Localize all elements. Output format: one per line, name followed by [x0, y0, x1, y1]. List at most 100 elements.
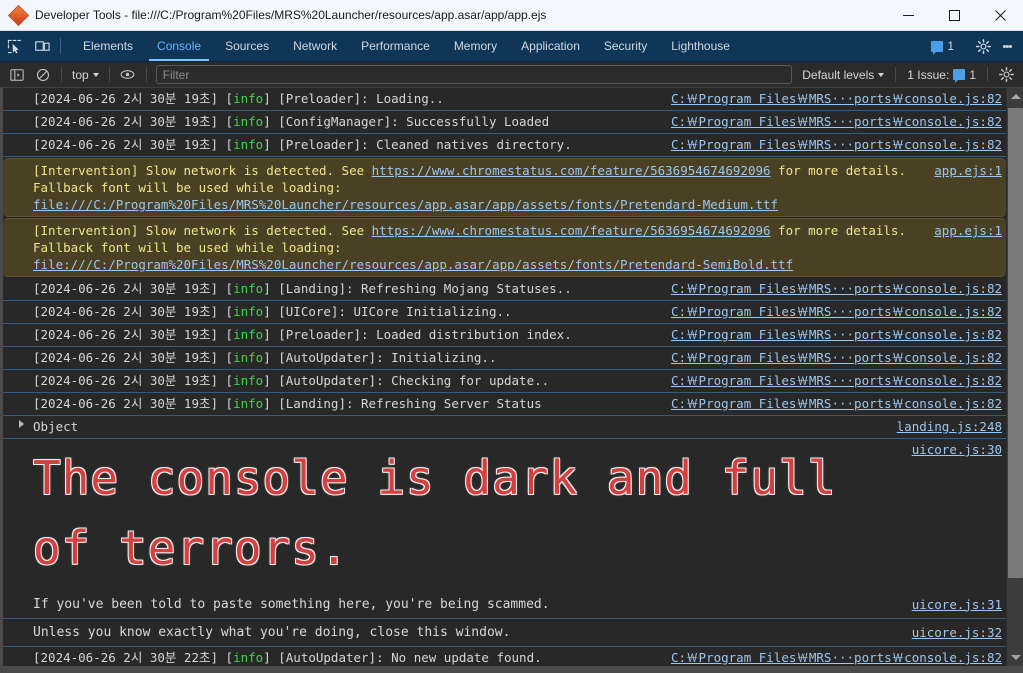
console-plain-message: Unless you know exactly what you're doin…	[33, 624, 511, 640]
console-log-row[interactable]: [2024-06-26 2시 30분 19초] [info] [Preloade…	[3, 134, 1006, 157]
source-link[interactable]: C:￦Program Files￦MRS···ports￦console.js:…	[665, 395, 1002, 413]
console-log-row[interactable]: [2024-06-26 2시 30분 19초] [info] [AutoUpda…	[3, 370, 1006, 393]
log-levels-selector[interactable]: Default levels	[796, 68, 890, 82]
issues-indicator[interactable]: 1	[925, 39, 960, 55]
log-text: ] [UICore]: UICore Initializing..	[263, 304, 512, 319]
window-bottom-frame	[0, 666, 1023, 673]
warning-link-font-file[interactable]: file:///C:/Program%20Files/MRS%20Launche…	[33, 257, 793, 272]
tab-elements[interactable]: Elements	[71, 31, 145, 61]
console-object-row[interactable]: Object landing.js:248	[3, 416, 1006, 439]
source-link[interactable]: C:￦Program Files￦MRS···ports￦console.js:…	[665, 326, 1002, 344]
warning-link-chromestatus[interactable]: https://www.chromestatus.com/feature/563…	[372, 223, 771, 238]
console-log-row[interactable]: [2024-06-26 2시 30분 19초] [info] [Preloade…	[3, 324, 1006, 347]
expand-triangle-icon[interactable]	[19, 420, 24, 428]
console-plain-row[interactable]: Unless you know exactly what you're doin…	[3, 619, 1006, 647]
source-link[interactable]: C:￦Program Files￦MRS···ports￦console.js:…	[665, 649, 1002, 666]
console-log-message: [2024-06-26 2시 30분 22초] [info] [AutoUpda…	[33, 649, 655, 666]
console-log-message: [2024-06-26 2시 30분 19초] [info] [Landing]…	[33, 395, 655, 413]
source-link[interactable]: C:￦Program Files￦MRS···ports￦console.js:…	[665, 372, 1002, 390]
scrollbar-thumb[interactable]	[1008, 108, 1023, 578]
console-log-message: [2024-06-26 2시 30분 19초] [info] [Preloade…	[33, 136, 655, 154]
log-level-badge: info	[233, 327, 264, 342]
scroll-down-arrow-icon[interactable]	[1007, 649, 1023, 666]
filter-input[interactable]	[155, 65, 793, 84]
gear-icon[interactable]	[969, 38, 997, 54]
tab-performance[interactable]: Performance	[349, 31, 442, 61]
tab-lighthouse[interactable]: Lighthouse	[659, 31, 742, 61]
log-timestamp: [2024-06-26 2시 30분 19초] [	[33, 114, 234, 129]
console-log-row[interactable]: [2024-06-26 2시 30분 19초] [info] [UICore]:…	[3, 301, 1006, 324]
kebab-menu-icon[interactable]	[997, 43, 1017, 49]
log-text: ] [AutoUpdater]: No new update found.	[263, 650, 542, 665]
console-panel: [2024-06-26 2시 30분 19초] [info] [Preloade…	[0, 88, 1023, 666]
console-warning-row[interactable]: [Intervention] Slow network is detected.…	[3, 158, 1006, 217]
console-object-label: Object	[33, 419, 79, 434]
devtools-tabbar: Elements Console Sources Network Perform…	[0, 31, 1023, 62]
tab-network[interactable]: Network	[281, 31, 349, 61]
source-link[interactable]: C:￦Program Files￦MRS···ports￦console.js:…	[665, 136, 1002, 154]
source-link[interactable]: app.ejs:1	[928, 162, 1002, 179]
log-timestamp: [2024-06-26 2시 30분 19초] [	[33, 137, 234, 152]
source-link[interactable]: uicore.js:31	[906, 596, 1002, 614]
tab-memory[interactable]: Memory	[442, 31, 509, 61]
source-link[interactable]: C:￦Program Files￦MRS···ports￦console.js:…	[665, 349, 1002, 367]
log-levels-label: Default levels	[802, 67, 875, 82]
source-link[interactable]: app.ejs:1	[928, 222, 1002, 239]
console-warning-banner-row[interactable]: The console is dark and full of terrors.…	[3, 439, 1006, 591]
window-title: Developer Tools - file:///C:/Program%20F…	[35, 8, 547, 22]
console-log-row[interactable]: [2024-06-26 2시 30분 19초] [info] [Preloade…	[3, 88, 1006, 111]
console-issues-indicator[interactable]: 1 Issue: 1	[901, 67, 982, 83]
console-log-row[interactable]: [2024-06-26 2시 30분 19초] [info] [AutoUpda…	[3, 347, 1006, 370]
console-log-row[interactable]: [2024-06-26 2시 30분 22초] [info] [AutoUpda…	[3, 647, 1006, 666]
source-link[interactable]: C:￦Program Files￦MRS···ports￦console.js:…	[665, 303, 1002, 321]
log-level-badge: info	[233, 396, 264, 411]
live-expression-eye-icon[interactable]	[115, 64, 141, 86]
source-link[interactable]: C:￦Program Files￦MRS···ports￦console.js:…	[665, 90, 1002, 108]
tab-console[interactable]: Console	[145, 31, 213, 61]
inspect-element-icon[interactable]	[0, 31, 28, 61]
maximize-button[interactable]	[931, 0, 977, 31]
log-text: ] [AutoUpdater]: Checking for update..	[263, 373, 550, 388]
console-issues-count: 1	[969, 67, 976, 82]
console-plain-row[interactable]: If you've been told to paste something h…	[3, 591, 1006, 619]
console-warning-message: [Intervention] Slow network is detected.…	[33, 222, 918, 273]
close-button[interactable]	[977, 0, 1023, 31]
log-level-badge: info	[233, 304, 264, 319]
clear-console-icon[interactable]	[30, 64, 56, 86]
source-link[interactable]: C:￦Program Files￦MRS···ports￦console.js:…	[665, 113, 1002, 131]
log-timestamp: [2024-06-26 2시 30분 19초] [	[33, 304, 234, 319]
console-log-row[interactable]: [2024-06-26 2시 30분 19초] [info] [Landing]…	[3, 278, 1006, 301]
console-log-row[interactable]: [2024-06-26 2시 30분 19초] [info] [ConfigMa…	[3, 111, 1006, 134]
tab-security[interactable]: Security	[592, 31, 659, 61]
console-scrollbar[interactable]	[1006, 88, 1023, 666]
tabbar-spacer	[742, 31, 925, 61]
console-issues-label: 1 Issue:	[907, 67, 950, 82]
console-log-row[interactable]: [2024-06-26 2시 30분 19초] [info] [Landing]…	[3, 393, 1006, 416]
tabbar-right: 1	[925, 31, 1023, 61]
source-link[interactable]: C:￦Program Files￦MRS···ports￦console.js:…	[665, 280, 1002, 298]
console-warning-row[interactable]: [Intervention] Slow network is detected.…	[3, 218, 1006, 277]
scroll-up-arrow-icon[interactable]	[1007, 88, 1023, 105]
tab-application[interactable]: Application	[509, 31, 592, 61]
scam-warning-banner-text: The console is dark and full of terrors.	[33, 451, 837, 575]
log-level-badge: info	[233, 350, 264, 365]
tab-sources[interactable]: Sources	[213, 31, 281, 61]
warning-link-chromestatus[interactable]: https://www.chromestatus.com/feature/563…	[372, 163, 771, 178]
log-level-badge: info	[233, 137, 264, 152]
minimize-button[interactable]	[885, 0, 931, 31]
console-message-list[interactable]: [2024-06-26 2시 30분 19초] [info] [Preloade…	[3, 88, 1006, 666]
source-link[interactable]: uicore.js:30	[906, 441, 1002, 459]
devtools-window: Developer Tools - file:///C:/Program%20F…	[0, 0, 1023, 673]
device-toolbar-icon[interactable]	[28, 31, 56, 61]
source-link[interactable]: uicore.js:32	[906, 624, 1002, 642]
console-sidebar-icon[interactable]	[4, 64, 30, 86]
warning-prefix: [Intervention] Slow network is detected.…	[33, 223, 372, 238]
warning-link-font-file[interactable]: file:///C:/Program%20Files/MRS%20Launche…	[33, 197, 778, 212]
console-settings-gear-icon[interactable]	[993, 64, 1019, 86]
window-controls	[885, 0, 1023, 31]
execution-context-selector[interactable]: top	[67, 68, 104, 82]
log-timestamp: [2024-06-26 2시 30분 22초] [	[33, 650, 234, 665]
titlebar-left: Developer Tools - file:///C:/Program%20F…	[0, 4, 885, 26]
source-link[interactable]: landing.js:248	[891, 418, 1002, 436]
console-log-message: [2024-06-26 2시 30분 19초] [info] [Preloade…	[33, 326, 655, 344]
